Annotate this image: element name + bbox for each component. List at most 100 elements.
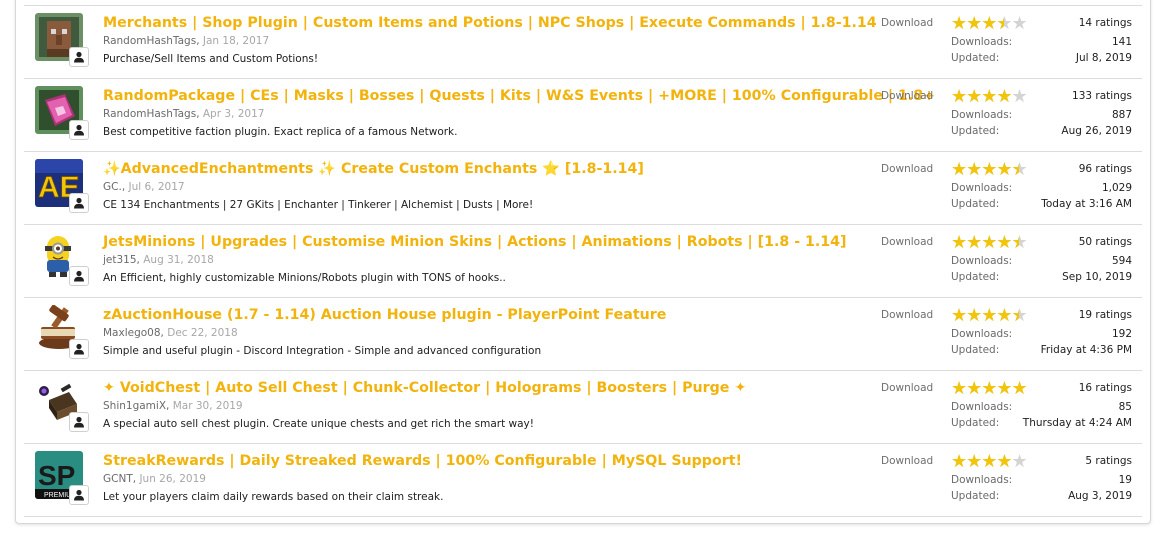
resource-title[interactable]: JetsMinions | Upgrades | Customise Minio… [103, 234, 847, 250]
resource-row: ✦ VoidChest | Auto Sell Chest | Chunk-Co… [24, 371, 1142, 444]
download-link[interactable]: Download [881, 236, 933, 248]
release-date: Mar 30, 2019 [172, 400, 243, 412]
updated-value: Aug 26, 2019 [1061, 125, 1132, 137]
ratings-count: 133 ratings [1072, 90, 1132, 102]
resource-row: Merchants | Shop Plugin | Custom Items a… [24, 5, 1142, 79]
download-link[interactable]: Download [881, 17, 933, 29]
resource-list: Merchants | Shop Plugin | Custom Items a… [24, 5, 1142, 517]
updated-label: Updated: [951, 125, 1000, 137]
ratings-count: 50 ratings [1078, 236, 1132, 248]
download-link[interactable]: Download [881, 309, 933, 321]
resource-meta: Maxlego08, Dec 22, 2018 [103, 327, 238, 339]
author-link[interactable]: RandomHashTags [103, 108, 196, 120]
resource-title[interactable]: StreakRewards | Daily Streaked Rewards |… [103, 453, 742, 469]
ratings-count: 5 ratings [1085, 455, 1132, 467]
ratings-count: 14 ratings [1078, 17, 1132, 29]
user-avatar-icon[interactable] [69, 193, 89, 213]
release-date: Jul 6, 2017 [128, 181, 185, 193]
updated-label: Updated: [951, 344, 1000, 356]
resource-meta: RandomHashTags, Apr 3, 2017 [103, 108, 265, 120]
resource-title[interactable]: RandomPackage | CEs | Masks | Bosses | Q… [103, 88, 935, 104]
ratings-count: 96 ratings [1078, 163, 1132, 175]
author-link[interactable]: GCNT [103, 473, 133, 485]
downloads-value: 19 [1118, 474, 1132, 486]
author-link[interactable]: GC. [103, 181, 122, 193]
release-date: Apr 3, 2017 [202, 108, 265, 120]
ratings-count: 19 ratings [1078, 309, 1132, 321]
updated-label: Updated: [951, 52, 1000, 64]
resource-row: RandomPackage | CEs | Masks | Bosses | Q… [24, 79, 1142, 152]
resource-title[interactable]: Merchants | Shop Plugin | Custom Items a… [103, 15, 877, 31]
downloads-label: Downloads: [951, 401, 1013, 413]
resource-title[interactable]: ✦ VoidChest | Auto Sell Chest | Chunk-Co… [103, 380, 746, 396]
ratings-count: 16 ratings [1078, 382, 1132, 394]
resource-tagline: Simple and useful plugin - Discord Integ… [103, 345, 542, 357]
updated-value: Thursday at 4:24 AM [1022, 417, 1132, 429]
downloads-label: Downloads: [951, 182, 1013, 194]
release-date: Aug 31, 2018 [143, 254, 214, 266]
resource-tagline: Purchase/Sell Items and Custom Potions! [103, 53, 319, 65]
resource-meta: RandomHashTags, Jan 18, 2017 [103, 35, 270, 47]
user-avatar-icon[interactable] [69, 485, 89, 505]
resource-tagline: CE 134 Enchantments | 27 GKits | Enchant… [103, 199, 534, 211]
updated-label: Updated: [951, 271, 1000, 283]
resource-row: JetsMinions | Upgrades | Customise Minio… [24, 225, 1142, 298]
download-link[interactable]: Download [881, 455, 933, 467]
download-link[interactable]: Download [881, 90, 933, 102]
downloads-label: Downloads: [951, 474, 1013, 486]
rating-stars: ★★★★★ ★★★★★ [951, 88, 1033, 106]
resource-title[interactable]: zAuctionHouse (1.7 - 1.14) Auction House… [103, 307, 666, 323]
star-filled-icon: ★★★★★ [951, 162, 1019, 178]
star-filled-icon: ★★★★★ [951, 454, 1012, 470]
updated-value: Sep 10, 2019 [1062, 271, 1132, 283]
star-filled-icon: ★★★★★ [951, 16, 1004, 32]
author-link[interactable]: Maxlego08 [103, 327, 161, 339]
resource-meta: Shin1gamiX, Mar 30, 2019 [103, 400, 243, 412]
updated-value: Today at 3:16 AM [1041, 198, 1132, 210]
download-link[interactable]: Download [881, 163, 933, 175]
author-link[interactable]: RandomHashTags [103, 35, 196, 47]
rating-stars: ★★★★★ ★★★★★ [951, 453, 1033, 471]
downloads-value: 1,029 [1101, 182, 1132, 194]
user-avatar-icon[interactable] [69, 47, 89, 67]
user-avatar-icon[interactable] [69, 412, 89, 432]
star-filled-icon: ★★★★★ [951, 235, 1019, 251]
updated-label: Updated: [951, 490, 1000, 502]
release-date: Dec 22, 2018 [167, 327, 238, 339]
user-avatar-icon[interactable] [69, 120, 89, 140]
rating-stars: ★★★★★ ★★★★★ [951, 15, 1033, 33]
rating-stars: ★★★★★ ★★★★★ [951, 380, 1033, 398]
resource-meta: GCNT, Jun 26, 2019 [103, 473, 206, 485]
updated-value: Friday at 4:36 PM [1040, 344, 1132, 356]
rating-stars: ★★★★★ ★★★★★ [951, 307, 1033, 325]
updated-label: Updated: [951, 198, 1000, 210]
resource-meta: GC., Jul 6, 2017 [103, 181, 185, 193]
star-filled-icon: ★★★★★ [951, 308, 1019, 324]
downloads-value: 141 [1111, 36, 1132, 48]
resource-tagline: An Efficient, highly customizable Minion… [103, 272, 506, 284]
release-date: Jan 18, 2017 [202, 35, 270, 47]
downloads-value: 887 [1111, 109, 1132, 121]
resource-tagline: Best competitive faction plugin. Exact r… [103, 126, 458, 138]
updated-label: Updated: [951, 417, 1000, 429]
star-filled-icon: ★★★★★ [951, 381, 1027, 397]
user-avatar-icon[interactable] [69, 339, 89, 359]
downloads-value: 192 [1111, 328, 1132, 340]
downloads-label: Downloads: [951, 36, 1013, 48]
rating-stars: ★★★★★ ★★★★★ [951, 234, 1033, 252]
star-filled-icon: ★★★★★ [951, 89, 1012, 105]
author-link[interactable]: jet315 [103, 254, 137, 266]
user-avatar-icon[interactable] [69, 266, 89, 286]
downloads-label: Downloads: [951, 109, 1013, 121]
resource-tagline: Let your players claim daily rewards bas… [103, 491, 444, 503]
downloads-label: Downloads: [951, 255, 1013, 267]
resource-row: zAuctionHouse (1.7 - 1.14) Auction House… [24, 298, 1142, 371]
release-date: Jun 26, 2019 [139, 473, 206, 485]
download-link[interactable]: Download [881, 382, 933, 394]
downloads-value: 85 [1118, 401, 1132, 413]
author-link[interactable]: Shin1gamiX [103, 400, 166, 412]
downloads-value: 594 [1111, 255, 1132, 267]
updated-value: Aug 3, 2019 [1068, 490, 1132, 502]
resource-title[interactable]: ✨AdvancedEnchantments ✨ Create Custom En… [103, 161, 644, 177]
downloads-label: Downloads: [951, 328, 1013, 340]
